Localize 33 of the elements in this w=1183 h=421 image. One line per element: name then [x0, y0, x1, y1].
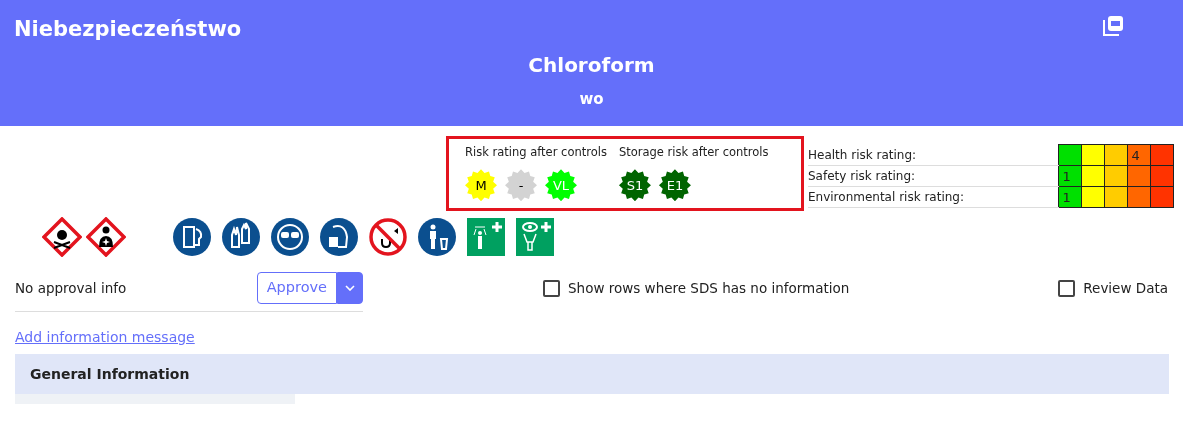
safety-shower-icon — [466, 217, 506, 257]
section-title: General Information — [30, 364, 190, 384]
substance-name: Chloroform — [528, 52, 655, 79]
approval-status: No approval info — [15, 278, 127, 298]
rating-label: Safety risk rating: — [808, 169, 916, 183]
risk-group-label: Storage risk after controls — [618, 144, 769, 161]
prohibition-icon — [368, 217, 408, 257]
rating-label: Environmental risk rating: — [808, 190, 964, 204]
rating-cell: 1 — [1058, 186, 1081, 208]
checkbox-label: Show rows where SDS has no information — [568, 278, 850, 298]
checkbox-label: Review Data — [1083, 278, 1168, 298]
risk-badge: VL — [545, 169, 577, 202]
skull-hazard-icon — [42, 217, 82, 257]
goggles-icon — [270, 217, 310, 257]
dropdown-toggle[interactable] — [337, 272, 363, 304]
checkbox[interactable] — [1058, 279, 1076, 297]
risk-badge: E1 — [658, 169, 691, 202]
health-hazard-icon — [86, 217, 126, 257]
risk-badge: - — [505, 169, 537, 202]
rating-cell: 4 — [1127, 144, 1150, 166]
waste-bin-icon — [417, 217, 457, 257]
substance-subtitle: wo — [579, 89, 604, 110]
approve-button[interactable]: Approve — [256, 272, 337, 304]
rating-cell: 1 — [1058, 165, 1081, 187]
chevron-down-icon — [345, 285, 355, 291]
checkbox[interactable] — [543, 279, 560, 297]
risk-badge: S1 — [618, 169, 651, 202]
risk-group-label: Risk rating after controls — [465, 144, 607, 161]
rating-label: Health risk rating: — [808, 147, 917, 162]
risk-badge: M — [465, 169, 497, 202]
eyewash-icon — [515, 217, 555, 257]
add-message-link[interactable]: Add information message — [15, 329, 195, 345]
page-title: Niebezpieczeństwo — [14, 16, 242, 43]
